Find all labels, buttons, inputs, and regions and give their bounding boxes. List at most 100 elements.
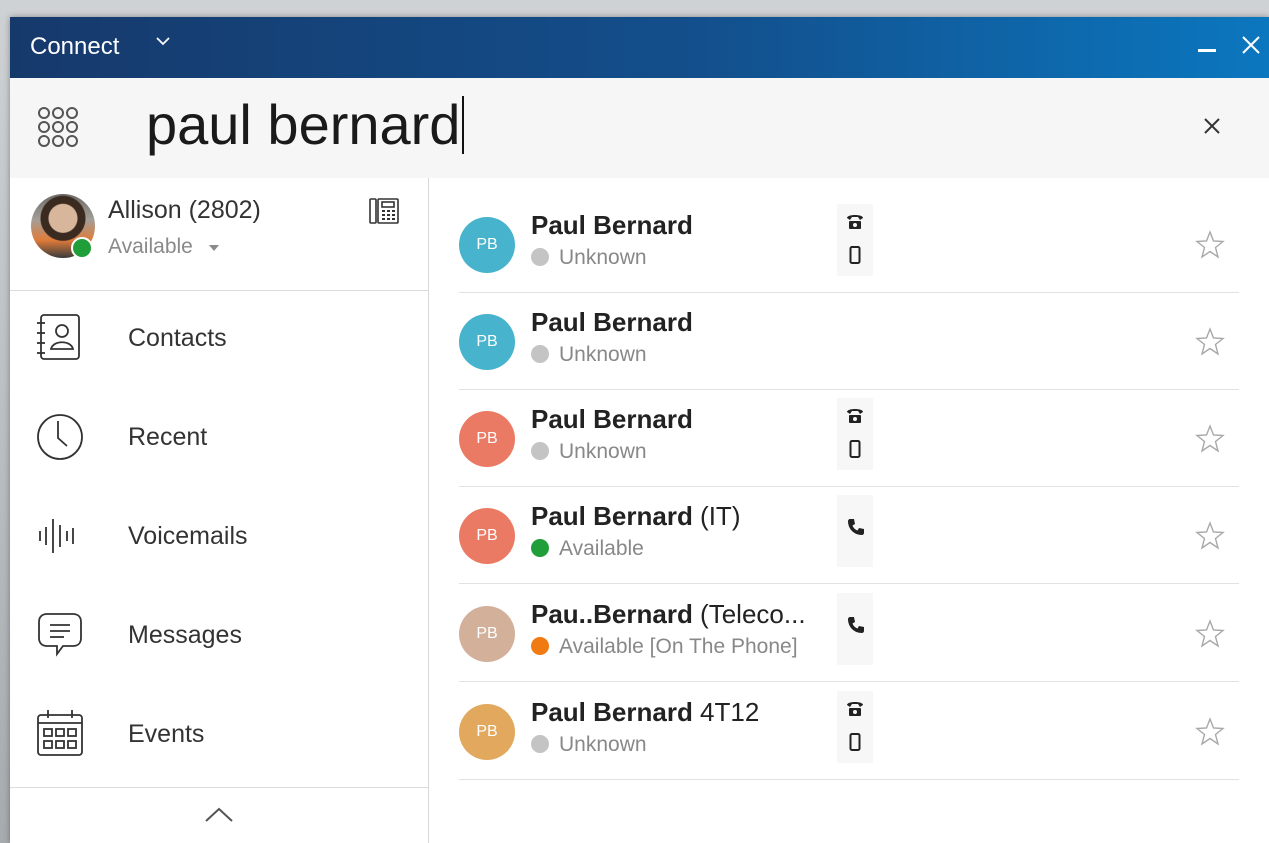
contact-status-text: Available [On The Phone] (559, 635, 798, 658)
app-title[interactable]: Connect (30, 33, 119, 61)
contact-status: Available [On The Phone] (531, 635, 798, 659)
chat-bubble-icon (38, 613, 82, 657)
contact-name-suffix: (IT) (692, 501, 741, 531)
nav-item-recent[interactable]: Recent (10, 390, 428, 489)
contact-name: Pau..Bernard (Teleco... (531, 599, 806, 630)
minimize-icon (1198, 49, 1216, 52)
contact-status: Unknown (531, 343, 647, 367)
contact-avatar: PB (459, 508, 515, 564)
nav-label-events: Events (128, 720, 205, 748)
contact-name: Paul Bernard (531, 404, 693, 435)
contact-name-text: Paul Bernard (531, 210, 693, 240)
contact-row[interactable]: PB Pau..Bernard (Teleco... Available [On… (459, 585, 1239, 682)
text-caret (462, 96, 465, 154)
deskphone-icon[interactable] (368, 196, 400, 226)
presence-dot (531, 442, 549, 460)
presence-dot (531, 735, 549, 753)
user-profile: Allison (2802) Available (10, 178, 428, 291)
nav-label-voicemails: Voicemails (128, 522, 248, 550)
connect-window: Connect paul bernard Allison (2802) Avai… (10, 17, 1269, 843)
mobile-phone-icon[interactable] (849, 246, 861, 264)
contact-row[interactable]: PB Paul Bernard Unknown (459, 390, 1239, 487)
close-window-button[interactable] (1240, 33, 1262, 57)
contact-name-text: Paul Bernard (531, 307, 693, 337)
caret-down-icon[interactable] (209, 245, 219, 251)
contact-avatar: PB (459, 217, 515, 273)
favorite-star-icon[interactable] (1195, 424, 1225, 454)
contact-name-text: Pau..Bernard (531, 599, 693, 629)
contact-name: Paul Bernard (531, 307, 693, 338)
contact-name-suffix: (Teleco... (692, 599, 806, 629)
contact-row[interactable]: PB Paul Bernard (IT) Available (459, 487, 1239, 584)
presence-dot (531, 248, 549, 266)
user-name: Allison (2802) (108, 196, 261, 224)
presence-dot (531, 539, 549, 557)
desk-phone-icon[interactable] (846, 699, 864, 717)
desk-phone-icon[interactable] (846, 406, 864, 424)
contact-avatar: PB (459, 704, 515, 760)
search-input-text: paul bernard (146, 93, 461, 156)
contact-status: Unknown (531, 246, 647, 270)
chevron-up-icon[interactable] (202, 804, 236, 826)
contact-status: Unknown (531, 733, 647, 757)
contact-avatar: PB (459, 606, 515, 662)
contact-avatar: PB (459, 411, 515, 467)
contact-status-text: Unknown (559, 733, 647, 756)
contact-name-text: Paul Bernard (531, 404, 693, 434)
minimize-button[interactable] (1198, 43, 1218, 55)
user-status-dropdown[interactable]: Available (108, 235, 193, 259)
favorite-star-icon[interactable] (1195, 619, 1225, 649)
contact-row[interactable]: PB Paul Bernard 4T12 Unknown (459, 683, 1239, 780)
nav-item-events[interactable]: Events (10, 687, 428, 786)
nav-item-messages[interactable]: Messages (10, 588, 428, 687)
collapse-bar (10, 787, 428, 843)
title-bar: Connect (10, 17, 1269, 78)
search-results: PB Paul Bernard Unknown PB Paul Bernard … (429, 178, 1269, 843)
desk-phone-icon[interactable] (846, 212, 864, 230)
contact-name-text: Paul Bernard (531, 697, 693, 727)
phone-numbers (837, 495, 873, 567)
nav-label-contacts: Contacts (128, 324, 227, 352)
contact-name: Paul Bernard (IT) (531, 501, 740, 532)
contact-status: Unknown (531, 440, 647, 464)
nav-item-voicemails[interactable]: Voicemails (10, 489, 428, 588)
favorite-star-icon[interactable] (1195, 717, 1225, 747)
favorite-star-icon[interactable] (1195, 327, 1225, 357)
nav-item-contacts[interactable]: Contacts (10, 291, 428, 390)
nav-label-messages: Messages (128, 621, 242, 649)
contact-avatar: PB (459, 314, 515, 370)
presence-available-icon (71, 237, 93, 259)
phone-numbers (837, 593, 873, 665)
contact-status-text: Unknown (559, 343, 647, 366)
contact-name-text: Paul Bernard (531, 501, 693, 531)
call-icon[interactable] (846, 517, 866, 537)
favorite-star-icon[interactable] (1195, 521, 1225, 551)
presence-dot (531, 345, 549, 363)
chevron-down-icon[interactable] (153, 31, 173, 51)
contact-name: Paul Bernard 4T12 (531, 697, 759, 728)
nav-label-recent: Recent (128, 423, 208, 451)
contact-name-suffix: 4T12 (692, 697, 760, 727)
dialpad-icon[interactable] (34, 105, 90, 159)
call-icon[interactable] (846, 615, 866, 635)
calendar-icon (37, 710, 83, 756)
contact-status: Available (531, 537, 644, 561)
sidebar: Allison (2802) Available Contacts Recent… (10, 178, 429, 843)
search-bar: paul bernard (10, 78, 1269, 178)
contact-status-text: Unknown (559, 246, 647, 269)
contact-row[interactable]: PB Paul Bernard Unknown (459, 293, 1239, 390)
voicemail-waveform-icon (39, 519, 74, 553)
clock-icon (37, 414, 83, 460)
mobile-phone-icon[interactable] (849, 440, 861, 458)
clear-search-button[interactable] (1202, 116, 1222, 136)
contacts-book-icon (37, 314, 80, 360)
presence-dot (531, 637, 549, 655)
phone-numbers (837, 204, 873, 276)
search-input[interactable]: paul bernard (146, 90, 1126, 160)
mobile-phone-icon[interactable] (849, 733, 861, 751)
contact-row[interactable]: PB Paul Bernard Unknown (459, 196, 1239, 293)
contact-name: Paul Bernard (531, 210, 693, 241)
contact-status-text: Available (559, 537, 644, 560)
phone-numbers (837, 691, 873, 763)
favorite-star-icon[interactable] (1195, 230, 1225, 260)
